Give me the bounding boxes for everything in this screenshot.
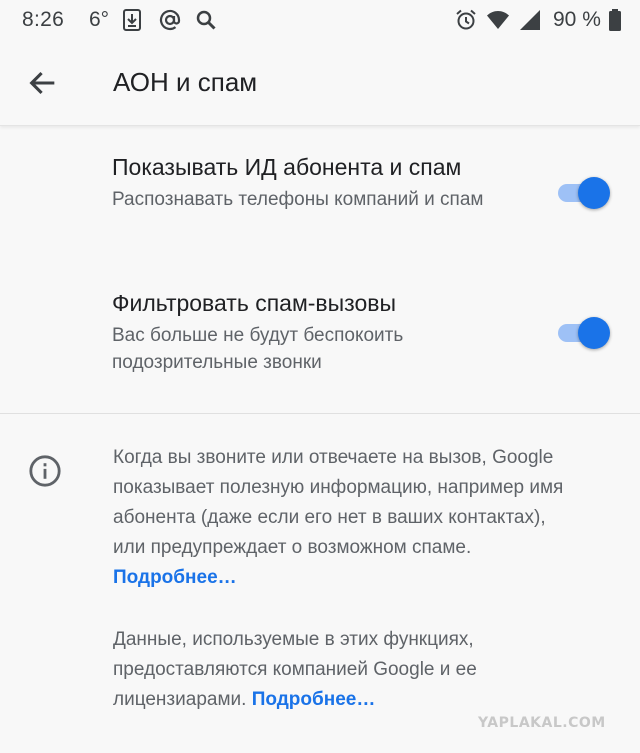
alarm-icon <box>456 9 476 30</box>
info-paragraph: Данные, используемые в этих функциях, пр… <box>113 625 583 715</box>
arrow-back-icon[interactable] <box>26 66 60 100</box>
wifi-icon <box>487 11 509 29</box>
download-icon <box>123 9 141 31</box>
battery-percent: 90 % <box>553 8 601 31</box>
learn-more-link[interactable]: Подробнее… <box>113 567 237 588</box>
app-bar: АОН и спам <box>0 40 640 126</box>
setting-summary: Распознавать телефоны компаний и спам <box>112 189 484 210</box>
learn-more-link[interactable]: Подробнее… <box>252 689 376 710</box>
setting-title: Показывать ИД абонента и спам <box>112 154 462 180</box>
spam-filter-toggle[interactable] <box>556 314 612 350</box>
watermark: YAPLAKAL.COM <box>478 715 606 731</box>
status-time: 8:26 <box>22 8 65 31</box>
setting-title: Фильтровать спам-вызовы <box>112 290 397 316</box>
status-bar: 8:26 6° 90 % <box>0 0 640 40</box>
caller-id-toggle[interactable] <box>556 174 612 210</box>
setting-show-caller-id[interactable]: Показывать ИД абонента и спам Распознава… <box>0 126 640 262</box>
battery-icon <box>609 9 621 31</box>
toggle-thumb <box>578 317 610 349</box>
status-temperature: 6° <box>89 8 110 31</box>
setting-summary: Вас больше не будут беспокоить подозрите… <box>112 325 404 373</box>
search-icon <box>196 10 216 30</box>
signal-icon <box>520 10 540 30</box>
page-title: АОН и спам <box>113 67 258 97</box>
at-icon <box>159 9 181 31</box>
info-icon <box>29 455 61 487</box>
setting-filter-spam[interactable]: Фильтровать спам-вызовы Вас больше не бу… <box>0 262 640 398</box>
toggle-thumb <box>578 177 610 209</box>
divider <box>0 413 640 414</box>
info-paragraph: Когда вы звоните или отвечаете на вызов,… <box>113 443 583 593</box>
info-text: Когда вы звоните или отвечаете на вызов,… <box>113 447 564 558</box>
